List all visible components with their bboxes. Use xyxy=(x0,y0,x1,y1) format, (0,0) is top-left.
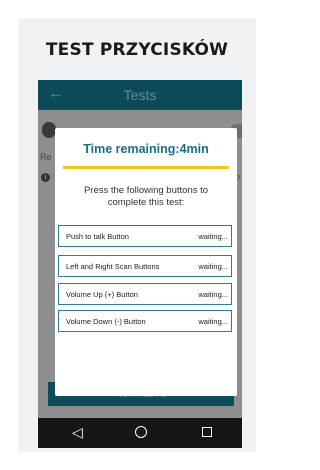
app-title: Tests xyxy=(123,87,157,103)
android-nav-bar: ◁ xyxy=(38,418,242,448)
button-test-row: Push to talk Button waiting... xyxy=(58,225,232,247)
button-test-status: waiting... xyxy=(198,290,228,299)
button-test-label: Left and Right Scan Buttons xyxy=(66,262,160,271)
dialog-divider xyxy=(63,166,229,169)
page-heading: TEST PRZYCISKÓW xyxy=(45,40,229,60)
button-test-status: waiting... xyxy=(198,232,228,241)
test-dialog: Time remaining:4min Press the following … xyxy=(55,128,237,396)
background-section-label: Re xyxy=(40,152,52,162)
nav-recents-icon[interactable] xyxy=(202,427,212,437)
info-icon: i xyxy=(41,173,50,182)
dialog-instruction: Press the following buttons to complete … xyxy=(83,185,209,208)
dialog-title: Time remaining:4min xyxy=(83,142,209,156)
app-bar: ← Tests xyxy=(38,80,242,110)
button-test-row: Volume Down (-) Button waiting... xyxy=(58,310,232,332)
button-test-status: waiting... xyxy=(198,262,228,271)
nav-home-icon[interactable] xyxy=(135,426,147,438)
button-test-label: Push to talk Button xyxy=(66,232,129,241)
button-test-row: Volume Up (+) Button waiting... xyxy=(58,283,232,305)
button-test-icon xyxy=(42,122,56,138)
nav-back-icon[interactable]: ◁ xyxy=(72,424,83,441)
button-test-row: Left and Right Scan Buttons waiting... xyxy=(58,255,232,277)
button-test-status: waiting... xyxy=(198,317,228,326)
button-test-label: Volume Down (-) Button xyxy=(66,317,146,326)
button-test-label: Volume Up (+) Button xyxy=(66,290,138,299)
